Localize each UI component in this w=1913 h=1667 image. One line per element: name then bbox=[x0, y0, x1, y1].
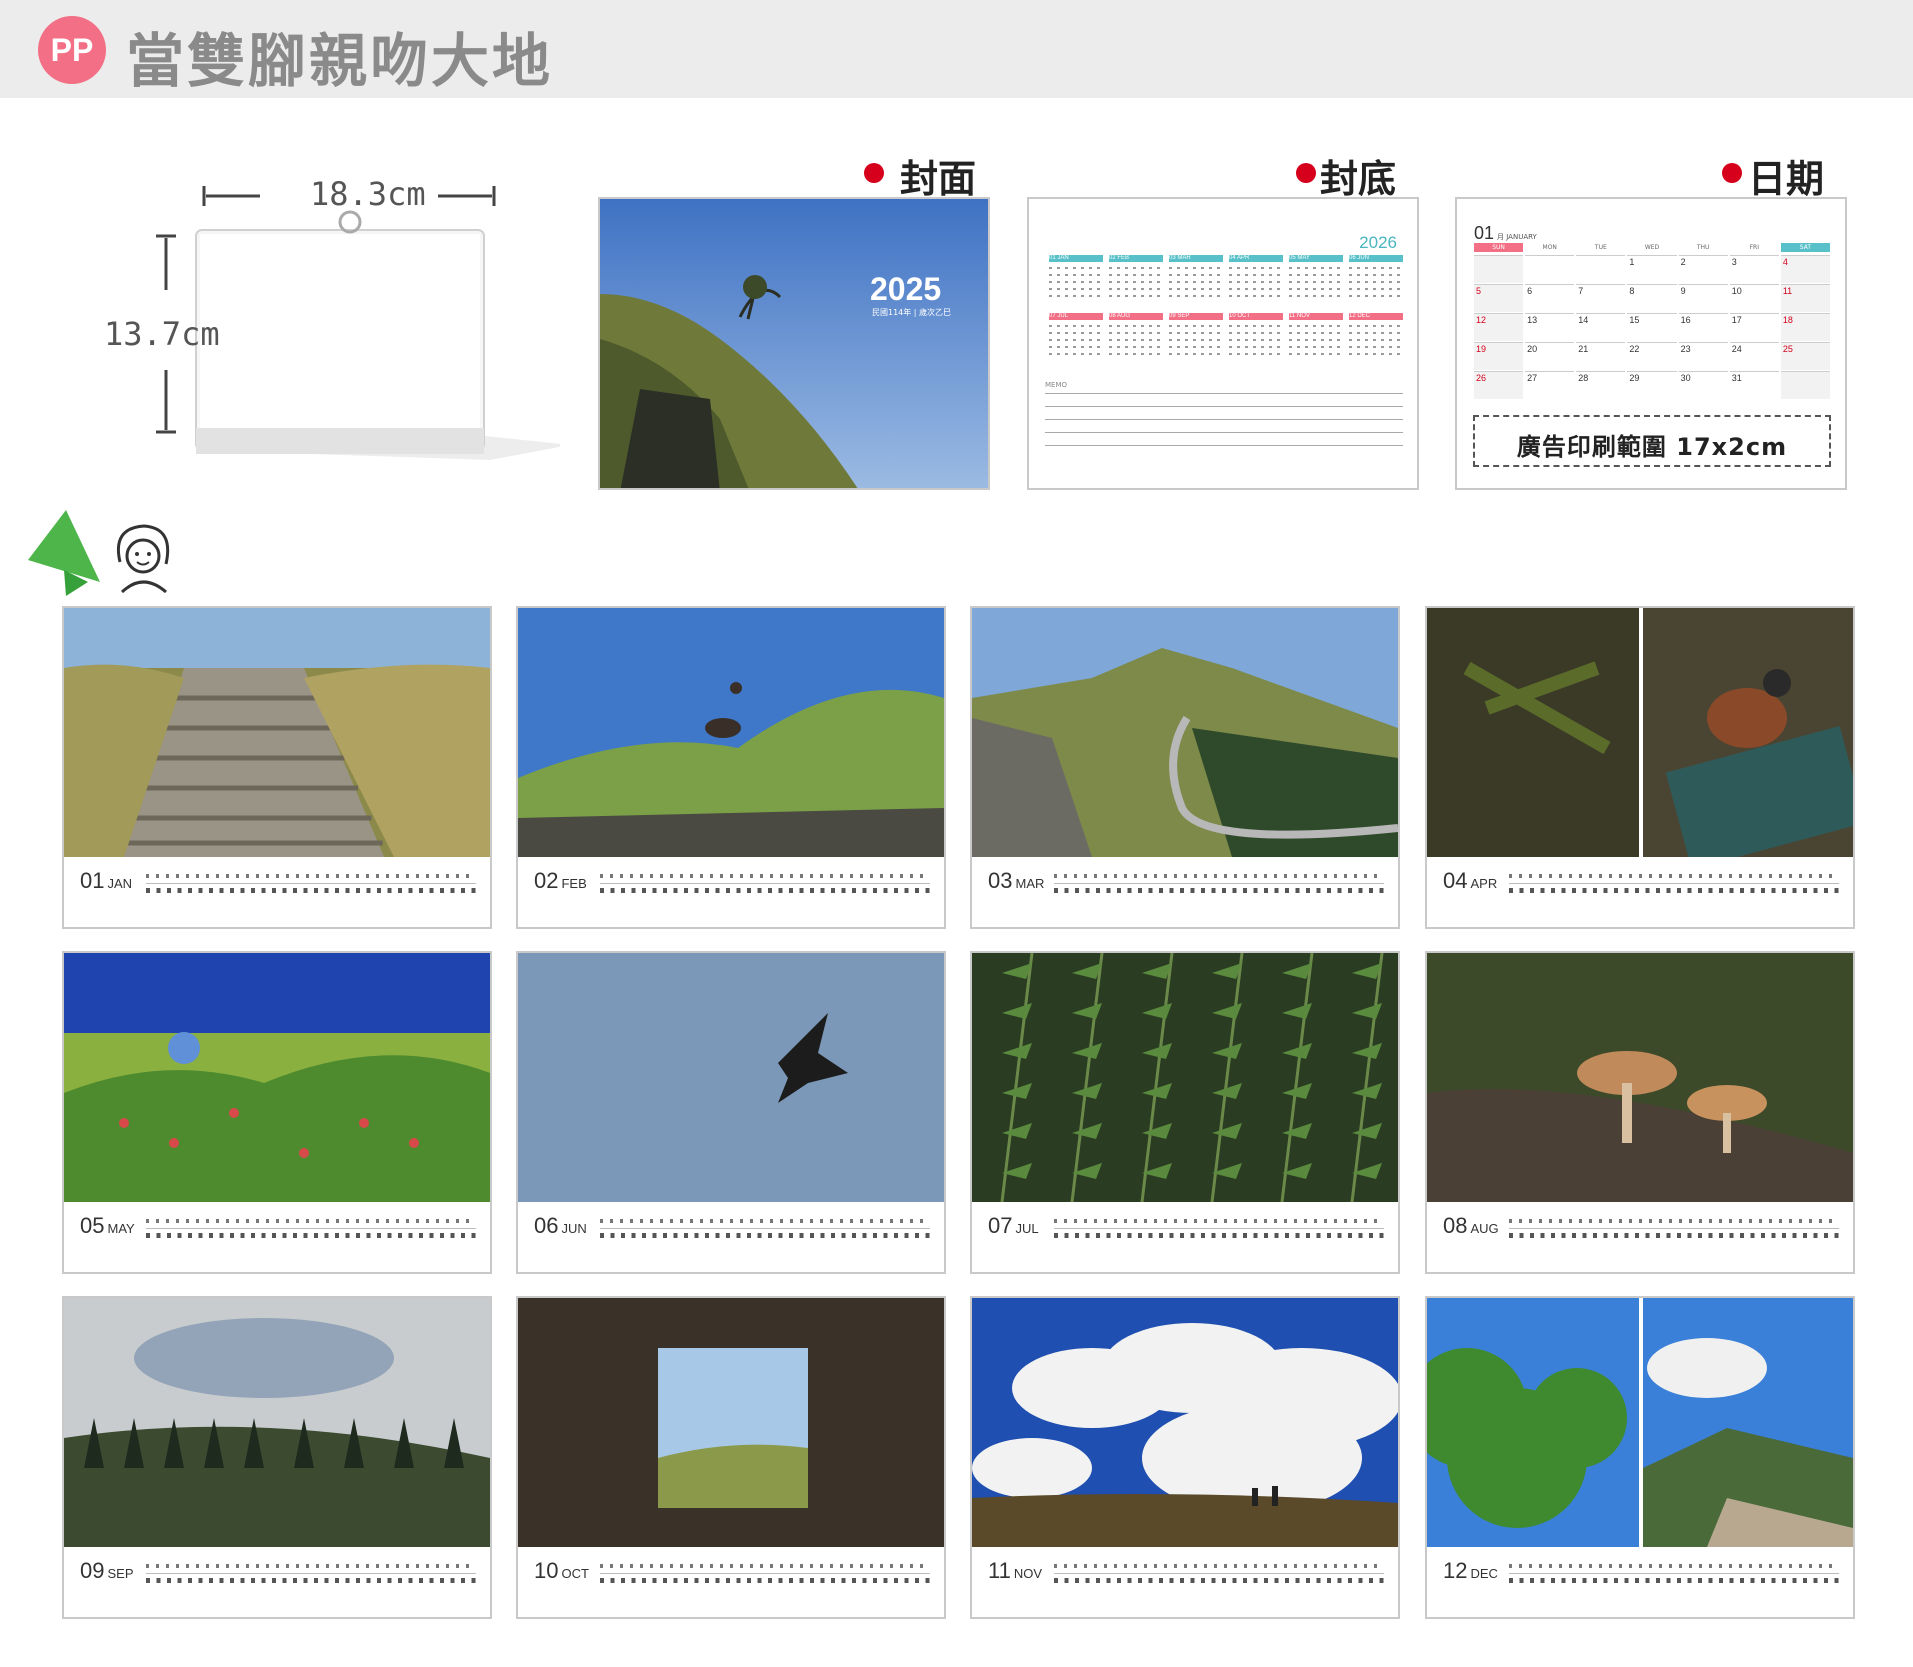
month-page-05: 05 MAY bbox=[62, 951, 492, 1274]
month-page-04: 04 APR bbox=[1425, 606, 1855, 929]
month-page-09: 09 SEP bbox=[62, 1296, 492, 1619]
weekday-dots bbox=[600, 1219, 930, 1223]
date-strip-divider bbox=[600, 883, 930, 884]
month-name: FEB bbox=[561, 876, 587, 891]
month-page-03: 03 MAR bbox=[970, 606, 1400, 929]
day-number-dots bbox=[1509, 1233, 1839, 1238]
month-date-strip bbox=[1054, 1561, 1384, 1589]
month-date-strip bbox=[1509, 871, 1839, 899]
month-name: OCT bbox=[561, 1566, 589, 1581]
month-date-strip bbox=[1054, 1216, 1384, 1244]
weekday-dots bbox=[1509, 1219, 1839, 1223]
weekday-dots bbox=[600, 1564, 930, 1568]
month-number: 09 SEP bbox=[80, 1558, 134, 1583]
month-name: APR bbox=[1470, 876, 1498, 891]
weekday-dots bbox=[146, 1564, 476, 1568]
month-photo-window bbox=[518, 1298, 944, 1547]
month-date-strip bbox=[146, 1216, 476, 1244]
month-name: DEC bbox=[1470, 1566, 1498, 1581]
month-page-01: 01 JAN bbox=[62, 606, 492, 929]
month-date-strip bbox=[600, 1561, 930, 1589]
month-name: AUG bbox=[1470, 1221, 1499, 1236]
month-page-10: 10 OCT bbox=[516, 1296, 946, 1619]
month-page-07: 07 JUL bbox=[970, 951, 1400, 1274]
month-number: 11 NOV bbox=[988, 1558, 1043, 1583]
day-number-dots bbox=[600, 1578, 930, 1583]
month-name: MAY bbox=[107, 1221, 135, 1236]
day-number-dots bbox=[146, 1233, 476, 1238]
date-strip-divider bbox=[1054, 1228, 1384, 1229]
month-photo-stairs bbox=[64, 608, 490, 857]
month-photo-bird-grass bbox=[518, 608, 944, 857]
day-number-dots bbox=[1054, 888, 1384, 893]
day-number-dots bbox=[1509, 888, 1839, 893]
month-photo-flowers bbox=[64, 953, 490, 1202]
weekday-dots bbox=[146, 1219, 476, 1223]
date-strip-divider bbox=[146, 883, 476, 884]
month-name: SEP bbox=[107, 1566, 134, 1581]
month-number: 03 MAR bbox=[988, 868, 1045, 893]
month-name: JAN bbox=[107, 876, 133, 891]
weekday-dots bbox=[1054, 874, 1384, 878]
month-number: 10 OCT bbox=[534, 1558, 589, 1583]
date-strip-divider bbox=[600, 1228, 930, 1229]
month-page-06: 06 JUN bbox=[516, 951, 946, 1274]
month-page-02: 02 FEB bbox=[516, 606, 946, 929]
weekday-dots bbox=[600, 874, 930, 878]
month-date-strip bbox=[146, 1561, 476, 1589]
month-number: 08 AUG bbox=[1443, 1213, 1499, 1238]
month-date-strip bbox=[1509, 1216, 1839, 1244]
month-photo-clouds-hikers bbox=[972, 1298, 1398, 1547]
month-photo-fern bbox=[972, 953, 1398, 1202]
month-pages: 01 JAN 02 FEB 03 MAR 04 APR 05 MAY 06 JUN 07 JU… bbox=[0, 0, 1913, 1667]
month-name: JUN bbox=[561, 1221, 587, 1236]
day-number-dots bbox=[600, 888, 930, 893]
month-number: 12 DEC bbox=[1443, 1558, 1498, 1583]
date-strip-divider bbox=[1054, 883, 1384, 884]
month-date-strip bbox=[1054, 871, 1384, 899]
weekday-dots bbox=[1509, 1564, 1839, 1568]
month-photo-bird-pine bbox=[1427, 608, 1853, 857]
day-number-dots bbox=[1054, 1233, 1384, 1238]
month-date-strip bbox=[600, 1216, 930, 1244]
date-strip-divider bbox=[1054, 1573, 1384, 1574]
day-number-dots bbox=[1054, 1578, 1384, 1583]
day-number-dots bbox=[600, 1233, 930, 1238]
month-number: 04 APR bbox=[1443, 868, 1498, 893]
month-number: 06 JUN bbox=[534, 1213, 587, 1238]
weekday-dots bbox=[1509, 874, 1839, 878]
month-number: 07 JUL bbox=[988, 1213, 1039, 1238]
weekday-dots bbox=[1054, 1564, 1384, 1568]
month-name: MAR bbox=[1015, 876, 1045, 891]
month-photo-eagle-sky bbox=[518, 953, 944, 1202]
month-photo-mountain-road bbox=[972, 608, 1398, 857]
month-photo-pine-valley bbox=[1427, 1298, 1853, 1547]
month-name: NOV bbox=[1013, 1566, 1043, 1581]
date-strip-divider bbox=[600, 1573, 930, 1574]
day-number-dots bbox=[1509, 1578, 1839, 1583]
month-number: 05 MAY bbox=[80, 1213, 135, 1238]
day-number-dots bbox=[146, 1578, 476, 1583]
month-page-08: 08 AUG bbox=[1425, 951, 1855, 1274]
date-strip-divider bbox=[146, 1573, 476, 1574]
month-number: 01 JAN bbox=[80, 868, 133, 893]
date-strip-divider bbox=[1509, 1228, 1839, 1229]
date-strip-divider bbox=[1509, 1573, 1839, 1574]
month-date-strip bbox=[600, 871, 930, 899]
day-number-dots bbox=[146, 888, 476, 893]
month-photo-misty-forest bbox=[64, 1298, 490, 1547]
month-date-strip bbox=[146, 871, 476, 899]
month-page-11: 11 NOV bbox=[970, 1296, 1400, 1619]
month-number: 02 FEB bbox=[534, 868, 587, 893]
weekday-dots bbox=[146, 874, 476, 878]
month-photo-mushroom bbox=[1427, 953, 1853, 1202]
month-name: JUL bbox=[1015, 1221, 1039, 1236]
month-date-strip bbox=[1509, 1561, 1839, 1589]
date-strip-divider bbox=[146, 1228, 476, 1229]
date-strip-divider bbox=[1509, 883, 1839, 884]
weekday-dots bbox=[1054, 1219, 1384, 1223]
month-page-12: 12 DEC bbox=[1425, 1296, 1855, 1619]
